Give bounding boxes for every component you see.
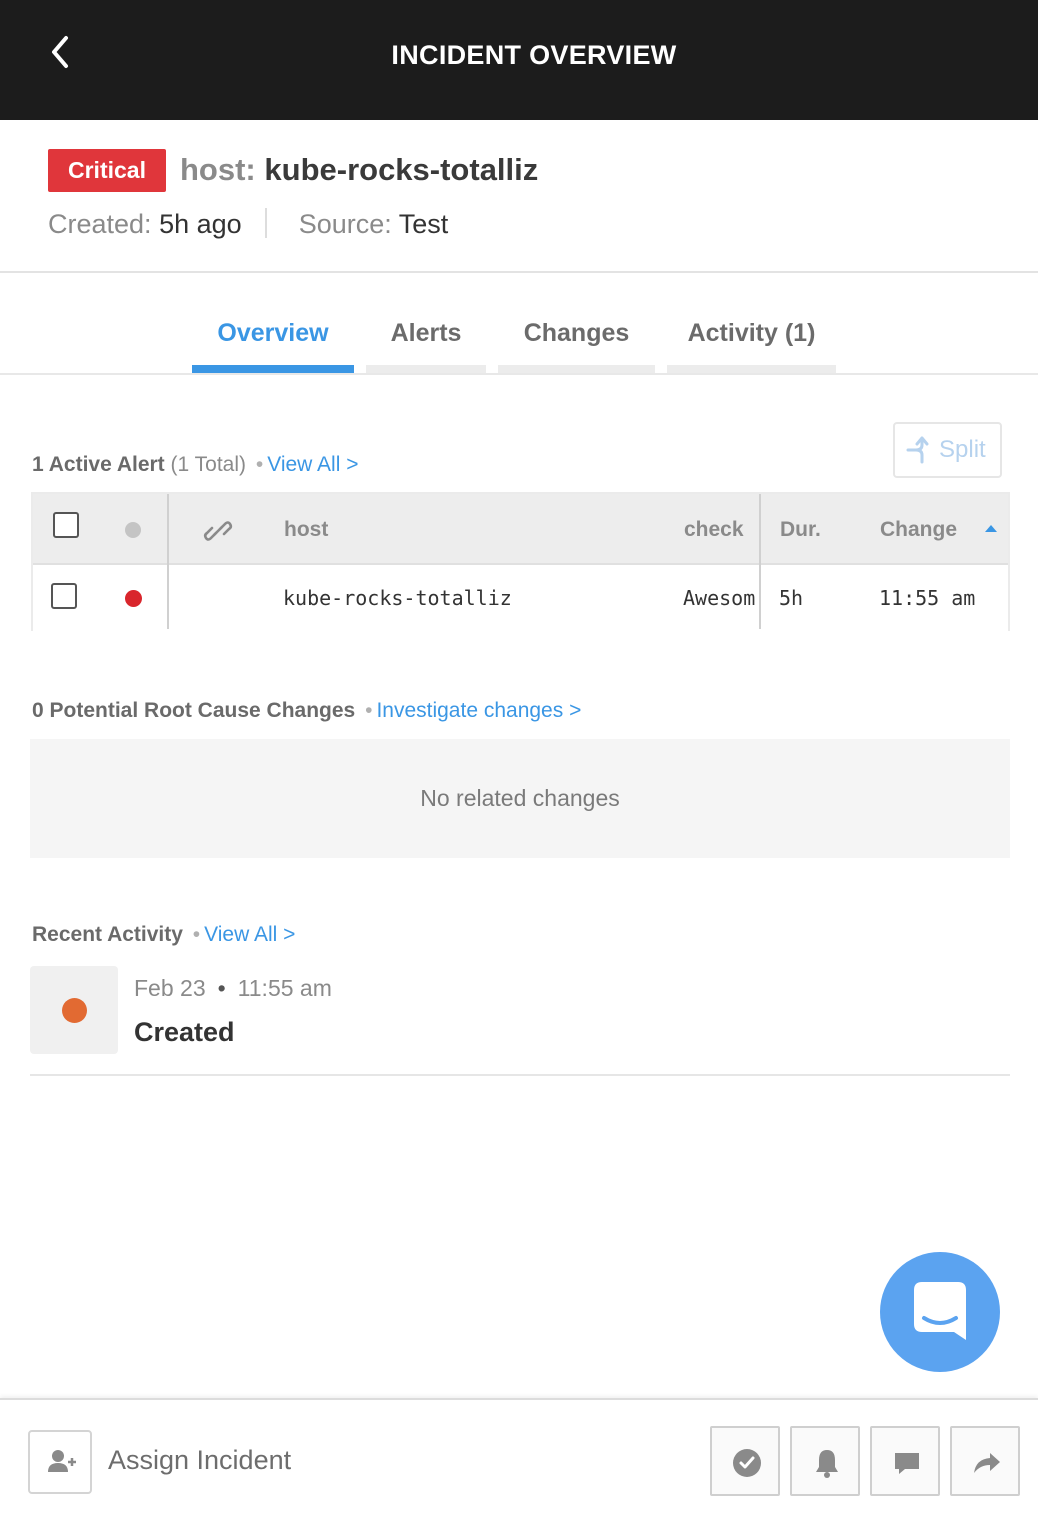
- host-column-header[interactable]: host: [284, 494, 328, 565]
- tab-activity-label: Activity (1): [687, 319, 816, 347]
- activity-time: 11:55 am: [237, 975, 332, 1001]
- share-button[interactable]: [950, 1426, 1020, 1496]
- active-alert-count: 1 Active Alert: [32, 453, 165, 476]
- meta-divider: [265, 208, 268, 238]
- tab-underline: [366, 365, 486, 373]
- activity-event-icon: [30, 966, 118, 1054]
- severity-badge: Critical: [48, 149, 166, 192]
- tab-underline: [498, 365, 655, 373]
- notify-button[interactable]: [790, 1426, 860, 1496]
- link-icon: [203, 516, 233, 551]
- split-icon: [906, 436, 929, 464]
- created-dot-icon: [62, 998, 87, 1023]
- source-value: Test: [398, 209, 449, 239]
- activity-event-label: Created: [134, 1017, 235, 1047]
- created-label: Created:: [48, 209, 152, 239]
- tab-underline: [667, 365, 836, 373]
- tab-alerts-label: Alerts: [390, 319, 462, 347]
- bell-icon: [816, 1450, 838, 1478]
- check-cell: Awesom: [683, 586, 756, 610]
- page-title: INCIDENT OVERVIEW: [391, 40, 677, 70]
- no-changes-box: No related changes: [30, 739, 1010, 858]
- separator-dot: •: [365, 699, 373, 722]
- comment-button[interactable]: [870, 1426, 940, 1496]
- separator-dot: •: [217, 975, 226, 1001]
- incident-title: host: kube-rocks-totalliz: [180, 152, 538, 188]
- activity-view-all-link[interactable]: View All >: [204, 923, 295, 946]
- tab-alerts[interactable]: Alerts: [366, 273, 486, 373]
- alerts-table: host check Dur. Change kube-rocks-totall…: [31, 492, 1010, 631]
- incident-title-key: host:: [180, 152, 256, 187]
- incident-title-value: kube-rocks-totalliz: [264, 152, 539, 187]
- tab-overview[interactable]: Overview: [192, 273, 354, 373]
- created-value: 5h ago: [159, 209, 242, 239]
- tab-bar: Overview Alerts Changes Activity (1): [0, 273, 1038, 375]
- table-row[interactable]: kube-rocks-totalliz Awesom 5h 11:55 am: [33, 565, 1008, 631]
- activity-heading: Recent Activity • View All >: [32, 923, 295, 947]
- source-label: Source:: [298, 209, 392, 239]
- select-all-checkbox[interactable]: [53, 512, 79, 538]
- split-button[interactable]: Split: [893, 422, 1002, 478]
- table-header: host check Dur. Change: [33, 494, 1008, 565]
- top-header: INCIDENT OVERVIEW: [0, 0, 1038, 120]
- chat-bubble-icon: [914, 1282, 966, 1340]
- tab-underline: [192, 365, 354, 373]
- assign-incident-label[interactable]: Assign Incident: [108, 1445, 291, 1476]
- tab-changes-label: Changes: [523, 319, 630, 347]
- tab-overview-label: Overview: [217, 319, 329, 347]
- change-column-header[interactable]: Change: [880, 494, 957, 565]
- total-alert-count: (1 Total): [170, 453, 246, 476]
- duration-cell: 5h: [779, 586, 804, 610]
- changes-heading: 0 Potential Root Cause Changes • Investig…: [32, 699, 581, 723]
- check-column-header[interactable]: check: [684, 494, 744, 565]
- change-cell: 11:55 am: [879, 586, 976, 610]
- tab-changes[interactable]: Changes: [498, 273, 655, 373]
- chat-launcher-button[interactable]: [880, 1252, 1000, 1372]
- alerts-view-all-link[interactable]: View All >: [267, 453, 358, 476]
- header-divider: [33, 563, 1008, 565]
- activity-date: Feb 23: [134, 975, 206, 1001]
- incident-header: Critical host: kube-rocks-totalliz Creat…: [0, 120, 1038, 273]
- column-divider: [759, 494, 761, 629]
- alerts-heading: 1 Active Alert (1 Total) • View All >: [32, 453, 358, 477]
- activity-divider: [30, 1074, 1010, 1076]
- acknowledge-button[interactable]: [710, 1426, 780, 1496]
- row-checkbox[interactable]: [51, 583, 77, 609]
- bottom-action-bar: Assign Incident: [0, 1398, 1038, 1526]
- check-circle-icon: [733, 1449, 761, 1477]
- recent-activity-label: Recent Activity: [32, 923, 183, 946]
- investigate-changes-link[interactable]: Investigate changes >: [376, 699, 581, 722]
- assign-user-button[interactable]: [28, 1430, 92, 1494]
- column-divider: [167, 494, 169, 629]
- share-arrow-icon: [974, 1453, 1000, 1473]
- status-column-dot: [125, 522, 141, 538]
- activity-timestamp: Feb 23 • 11:55 am: [134, 975, 332, 1002]
- split-label: Split: [939, 436, 986, 463]
- host-cell: kube-rocks-totalliz: [283, 586, 512, 610]
- duration-column-header[interactable]: Dur.: [780, 494, 821, 565]
- add-user-icon: [48, 1450, 76, 1472]
- comment-icon: [895, 1453, 919, 1474]
- status-critical-dot: [125, 590, 142, 607]
- separator-dot: •: [255, 453, 264, 476]
- tab-activity[interactable]: Activity (1): [667, 273, 836, 373]
- sort-ascending-icon[interactable]: [985, 525, 997, 532]
- separator-dot: •: [192, 923, 201, 946]
- incident-meta: Created: 5h ago Source: Test: [48, 208, 448, 240]
- root-cause-changes-label: 0 Potential Root Cause Changes: [32, 699, 356, 722]
